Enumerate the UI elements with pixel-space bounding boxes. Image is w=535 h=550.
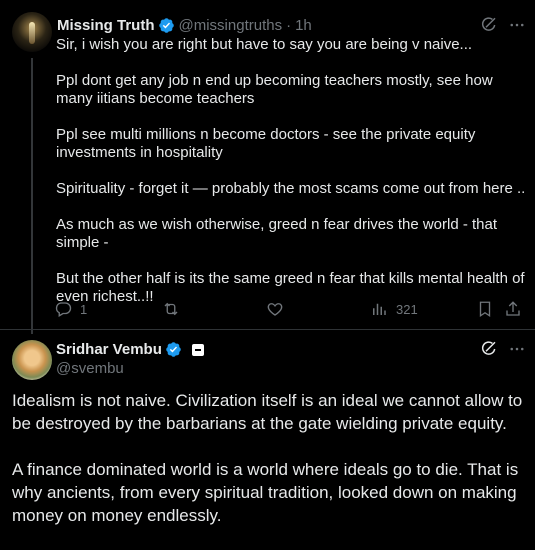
verified-badge-icon (158, 17, 175, 34)
separator-dot: · (286, 16, 292, 34)
reply-tweet[interactable]: Missing Truth @missingtruths · 1h Sir, i… (0, 0, 535, 334)
like-button[interactable] (266, 300, 292, 318)
author-name[interactable]: Sridhar Vembu (56, 341, 162, 358)
views-button[interactable]: 321 (370, 300, 418, 318)
reply-paragraph: Ppl see multi millions n become doctors … (56, 126, 476, 161)
grok-icon[interactable] (480, 340, 498, 358)
more-icon[interactable] (508, 16, 526, 34)
main-text: Idealism is not naive. Civilization itse… (12, 389, 527, 550)
avatar[interactable] (12, 340, 52, 380)
author-name[interactable]: Missing Truth (57, 17, 155, 34)
affiliate-badge-icon[interactable] (191, 343, 204, 356)
repost-icon (162, 300, 180, 318)
author-handle[interactable]: @svembu (56, 360, 124, 377)
reply-paragraph: Spirituality - forget it — probably the … (56, 180, 526, 197)
bookmark-icon (476, 300, 494, 318)
grok-icon[interactable] (480, 16, 498, 34)
reply-top-icons (480, 16, 526, 34)
author-handle[interactable]: @missingtruths (179, 17, 283, 34)
share-icon (504, 300, 522, 318)
reply-button[interactable]: 1 (54, 300, 87, 318)
reply-paragraph: Ppl dont get any job n end up becoming t… (56, 72, 493, 107)
main-top-icons (480, 340, 526, 358)
timestamp[interactable]: 1h (295, 17, 312, 34)
bookmark-button[interactable] (476, 300, 494, 318)
views-count: 321 (396, 301, 418, 317)
main-paragraph: A finance dominated world is a world whe… (12, 460, 519, 525)
repost-button[interactable] (162, 300, 188, 318)
more-icon[interactable] (508, 340, 526, 358)
like-icon (266, 300, 284, 318)
verified-badge-icon (165, 341, 182, 358)
reply-text: Sir, i wish you are right but have to sa… (56, 36, 526, 324)
main-paragraph: Idealism is not naive. Civilization itse… (12, 391, 523, 433)
action-bar: 1 321 (54, 300, 524, 320)
reply-paragraph: As much as we wish otherwise, greed n fe… (56, 216, 498, 251)
main-author: Sridhar Vembu (56, 341, 204, 358)
share-button[interactable] (504, 300, 522, 318)
avatar[interactable] (12, 12, 52, 52)
reply-count: 1 (80, 301, 88, 317)
reply-icon (54, 300, 72, 318)
views-icon (370, 300, 388, 318)
thread-line (31, 58, 33, 334)
divider (0, 329, 535, 330)
reply-header: Missing Truth @missingtruths · 1h (57, 15, 312, 35)
reply-paragraph: Sir, i wish you are right but have to sa… (56, 36, 473, 53)
